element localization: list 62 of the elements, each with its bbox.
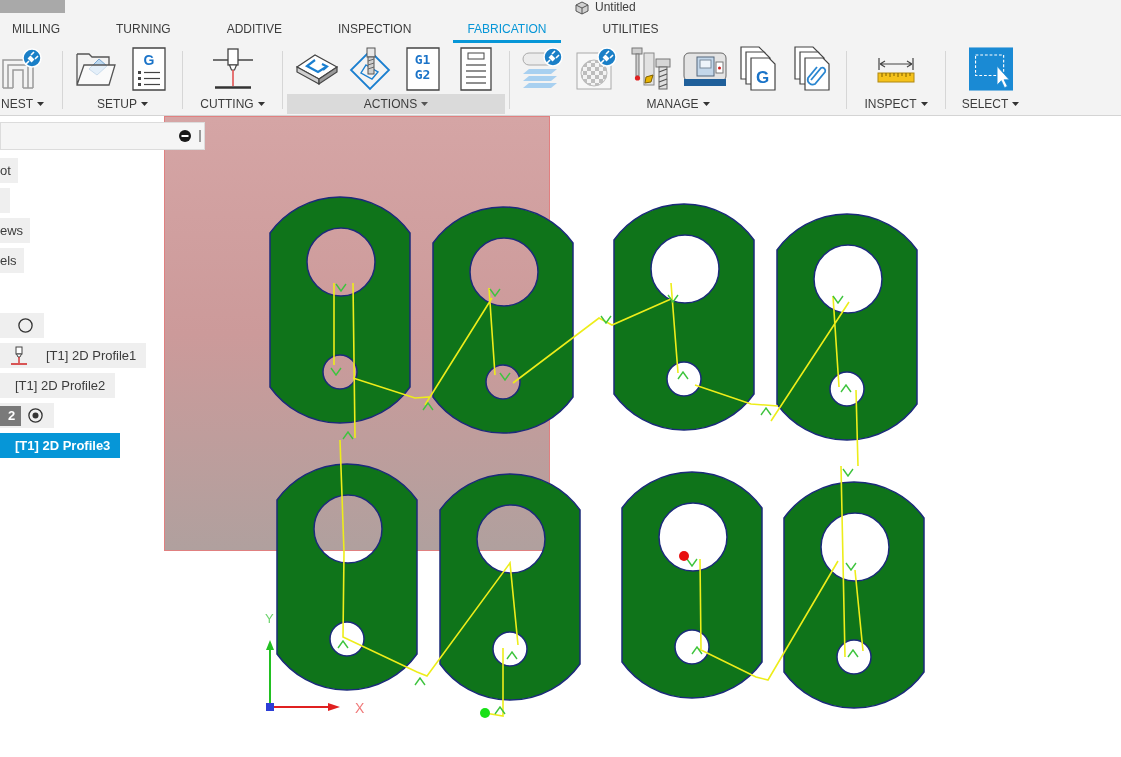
- workspace-tab[interactable]: INSPECTION: [324, 16, 426, 43]
- group-menu-button[interactable]: ACTIONS: [287, 93, 505, 114]
- layers-plug-icon: [521, 46, 565, 91]
- machine-tool-icon: [683, 49, 727, 88]
- cutting-tools-icon: [630, 46, 672, 91]
- document-lines-icon: [459, 46, 492, 91]
- group-menu-button[interactable]: SETUP: [96, 93, 149, 114]
- point-marker: [679, 551, 689, 561]
- origin-marker: [266, 703, 274, 711]
- group-menu-button[interactable]: MANAGE: [645, 93, 711, 114]
- laser-head-icon: [210, 47, 255, 90]
- toolbar-button[interactable]: G: [127, 45, 171, 92]
- group-menu-button[interactable]: SELECT: [960, 93, 1021, 114]
- setup-name-highlight: 2: [0, 405, 22, 426]
- selection-box-icon: [968, 45, 1013, 92]
- checker-sphere-plug-icon: [575, 46, 619, 91]
- caret-icon: [702, 101, 710, 106]
- toolbar-button[interactable]: G: [737, 45, 781, 92]
- folder-icon: [75, 50, 117, 87]
- caret-icon: [421, 101, 429, 106]
- document-title: Untitled: [595, 0, 636, 15]
- stacked-pages-clip-icon: [794, 45, 832, 92]
- group-menu-button[interactable]: CUTTING: [199, 93, 266, 114]
- toolbar-button[interactable]: [575, 45, 619, 92]
- tree-item[interactable]: els: [0, 248, 24, 273]
- radio-dot-icon[interactable]: [28, 408, 44, 423]
- laser-head-icon: [10, 345, 28, 366]
- tree-item[interactable]: [T1] 2D Profile2: [0, 373, 116, 398]
- axis-label: X: [355, 699, 365, 718]
- caret-icon: [37, 101, 44, 106]
- workspace-tab[interactable]: TURNING: [102, 16, 185, 43]
- caret-icon: [1012, 101, 1020, 106]
- radio-ring-icon[interactable]: [18, 318, 33, 333]
- caret-icon: [257, 101, 265, 106]
- tree-item[interactable]: 2: [0, 403, 55, 428]
- workspace-tab[interactable]: UTILITIES: [588, 16, 673, 43]
- tree-item[interactable]: [T1] 2D Profile1: [0, 343, 147, 368]
- workspace-tab[interactable]: MILLING: [0, 16, 74, 43]
- toolbar-button[interactable]: [968, 45, 1013, 92]
- diamond-end-mill-icon: [347, 46, 392, 91]
- tree-item[interactable]: [0, 313, 44, 338]
- group-menu-button[interactable]: NEST: [0, 93, 45, 114]
- toolbar-button[interactable]: G1 G2: [400, 45, 445, 92]
- caret-icon: [920, 101, 928, 106]
- toolbar-button[interactable]: [629, 45, 673, 92]
- workspace-tab[interactable]: ADDITIVE: [212, 16, 297, 43]
- document-icon: [405, 46, 440, 91]
- document-list-icon: [132, 46, 166, 91]
- tree-item[interactable]: ot: [0, 158, 18, 183]
- toolbar-button[interactable]: [347, 45, 392, 92]
- toolbar-button[interactable]: [210, 45, 255, 92]
- toolbar-button[interactable]: [0, 45, 44, 92]
- axis-label: Y: [265, 610, 274, 628]
- point-marker: [480, 708, 490, 718]
- collapse-icon[interactable]: [179, 130, 191, 142]
- cube-icon: [575, 0, 589, 15]
- tree-item[interactable]: ews: [0, 218, 31, 243]
- caret-icon: [141, 101, 148, 106]
- stacked-pages-icon: [740, 45, 778, 92]
- group-menu-button[interactable]: INSPECT: [863, 93, 929, 114]
- x-axis-arrow: [271, 703, 340, 711]
- resize-handle[interactable]: [199, 130, 201, 142]
